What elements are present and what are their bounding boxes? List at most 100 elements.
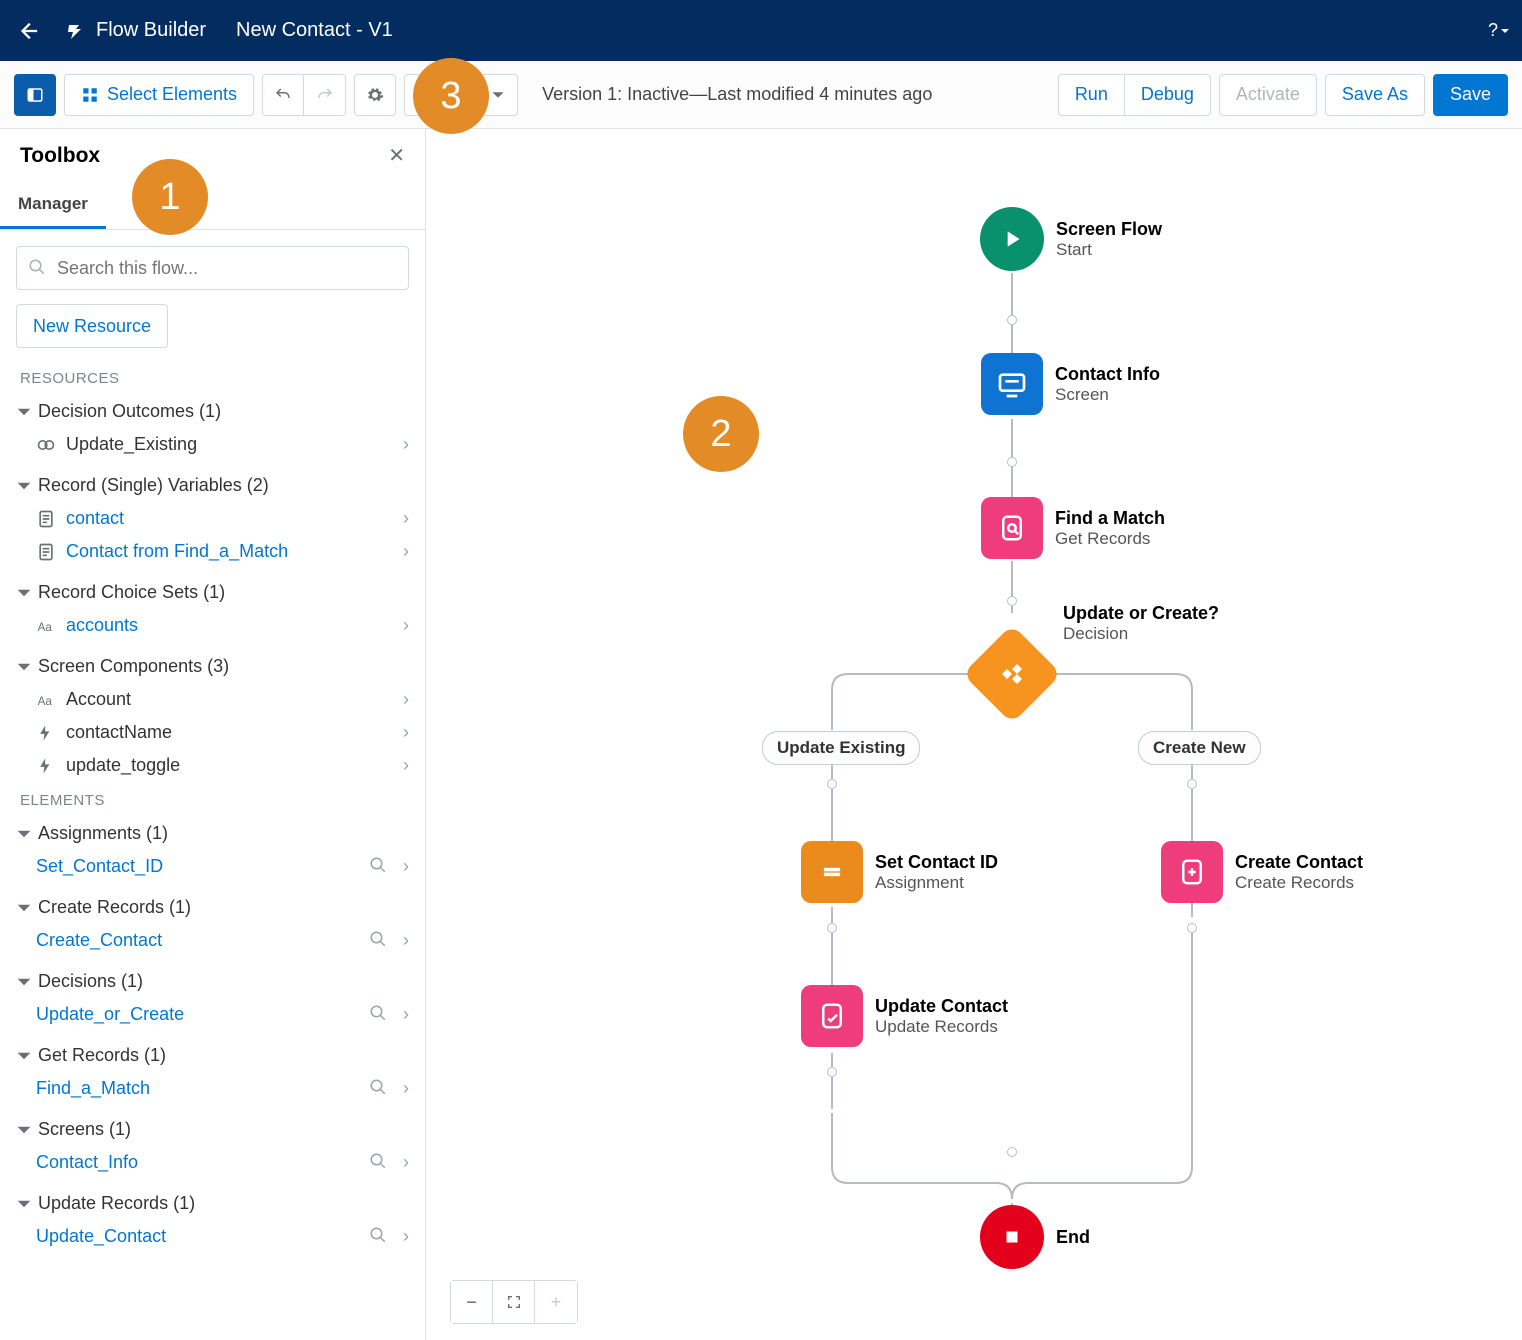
item-contact-info[interactable]: Contact_Info›	[12, 1146, 413, 1179]
update-records-icon	[801, 985, 863, 1047]
activate-button[interactable]: Activate	[1219, 74, 1317, 116]
item-account[interactable]: AaAccount›	[12, 683, 413, 716]
select-elements-button[interactable]: Select Elements	[64, 74, 254, 116]
connector-dot[interactable]	[827, 1067, 837, 1077]
back-button[interactable]	[12, 15, 44, 47]
elements-tree: Assignments (1) Set_Contact_ID› Create R…	[0, 813, 425, 1257]
chevron-down-icon	[491, 88, 505, 102]
item-create-contact[interactable]: Create_Contact›	[12, 924, 413, 957]
item-contact-from-match[interactable]: Contact from Find_a_Match›	[12, 535, 413, 568]
chevron-down-icon	[16, 404, 32, 420]
panel-icon	[26, 86, 44, 104]
search-icon[interactable]	[369, 1152, 387, 1170]
connector-dot[interactable]	[1007, 1147, 1017, 1157]
node-set-contact-id[interactable]: Set Contact IDAssignment	[801, 841, 998, 903]
assignment-icon	[801, 841, 863, 903]
chevron-down-icon	[16, 974, 32, 990]
connector-dot[interactable]	[827, 923, 837, 933]
tab-manager[interactable]: Manager	[0, 182, 106, 229]
bolt-icon	[36, 723, 56, 743]
record-icon	[36, 509, 56, 529]
search-icon[interactable]	[369, 1004, 387, 1022]
node-contact-info[interactable]: Contact InfoScreen	[981, 353, 1160, 415]
bolt-icon	[36, 756, 56, 776]
annotation-badge-2: 2	[683, 396, 759, 472]
group-get-records[interactable]: Get Records (1)	[12, 1039, 413, 1072]
group-screen-components[interactable]: Screen Components (3)	[12, 650, 413, 683]
toolbox-sidebar: Toolbox ✕ Manager New Resource RESOURCES…	[0, 129, 426, 1340]
chevron-right-icon[interactable]: ›	[403, 1152, 409, 1173]
new-resource-button[interactable]: New Resource	[16, 304, 168, 348]
item-contact[interactable]: contact›	[12, 502, 413, 535]
back-arrow-icon	[17, 20, 39, 42]
run-button[interactable]: Run	[1058, 74, 1125, 116]
chevron-right-icon[interactable]: ›	[403, 856, 409, 877]
group-decisions[interactable]: Decisions (1)	[12, 965, 413, 998]
run-debug-group: Run Debug	[1058, 74, 1211, 116]
node-create-contact[interactable]: Create ContactCreate Records	[1161, 841, 1363, 903]
zoom-fit-button[interactable]	[493, 1281, 535, 1323]
node-find-match[interactable]: Find a MatchGet Records	[981, 497, 1165, 559]
chevron-right-icon[interactable]: ›	[403, 1004, 409, 1025]
item-update-existing[interactable]: Update_Existing›	[12, 428, 413, 461]
item-accounts[interactable]: Aaaccounts›	[12, 609, 413, 642]
group-create-records[interactable]: Create Records (1)	[12, 891, 413, 924]
chevron-down-icon	[16, 1196, 32, 1212]
group-decision-outcomes[interactable]: Decision Outcomes (1)	[12, 395, 413, 428]
group-record-choice-sets[interactable]: Record Choice Sets (1)	[12, 576, 413, 609]
chevron-right-icon[interactable]: ›	[403, 1226, 409, 1247]
zoom-in-button[interactable]: +	[535, 1281, 577, 1323]
flow-canvas[interactable]: Screen FlowStart Contact InfoScreen Find…	[426, 129, 1522, 1340]
search-icon[interactable]	[369, 1226, 387, 1244]
search-input[interactable]	[16, 246, 409, 290]
node-start[interactable]: Screen FlowStart	[980, 207, 1162, 271]
group-assignments[interactable]: Assignments (1)	[12, 817, 413, 850]
connector-dot[interactable]	[1007, 596, 1017, 606]
connector-dot[interactable]	[1187, 923, 1197, 933]
undo-button[interactable]	[262, 74, 304, 116]
decision-icon	[963, 625, 1062, 724]
save-as-button[interactable]: Save As	[1325, 74, 1425, 116]
debug-button[interactable]: Debug	[1125, 74, 1211, 116]
chevron-right-icon[interactable]: ›	[403, 1078, 409, 1099]
search-icon[interactable]	[369, 1078, 387, 1096]
gear-icon	[366, 86, 384, 104]
connector-dot[interactable]	[1187, 779, 1197, 789]
link-icon	[36, 435, 56, 455]
search-icon[interactable]	[369, 856, 387, 874]
item-update-or-create[interactable]: Update_or_Create›	[12, 998, 413, 1031]
end-icon	[980, 1205, 1044, 1269]
node-update-contact[interactable]: Update ContactUpdate Records	[801, 985, 1008, 1047]
chevron-down-icon	[16, 1048, 32, 1064]
item-find-a-match[interactable]: Find_a_Match›	[12, 1072, 413, 1105]
item-set-contact-id[interactable]: Set_Contact_ID›	[12, 850, 413, 883]
save-button[interactable]: Save	[1433, 74, 1508, 116]
connector-dot[interactable]	[1007, 315, 1017, 325]
chevron-right-icon[interactable]: ›	[403, 930, 409, 951]
node-end[interactable]: End	[980, 1205, 1090, 1269]
close-toolbox-button[interactable]: ✕	[388, 143, 405, 168]
search-icon[interactable]	[369, 930, 387, 948]
help-menu[interactable]: ?	[1488, 20, 1510, 41]
zoom-controls: − +	[450, 1280, 578, 1324]
record-icon	[36, 542, 56, 562]
group-record-variables[interactable]: Record (Single) Variables (2)	[12, 469, 413, 502]
node-decision[interactable]: Update or Create?Decision	[977, 639, 1047, 709]
item-contact-name[interactable]: contactName›	[12, 716, 413, 749]
item-update-contact[interactable]: Update_Contact›	[12, 1220, 413, 1253]
connector-dot[interactable]	[1007, 457, 1017, 467]
svg-text:Aa: Aa	[38, 621, 53, 634]
connector-dot[interactable]	[827, 779, 837, 789]
path-create-new[interactable]: Create New	[1138, 731, 1261, 765]
zoom-out-button[interactable]: −	[451, 1281, 493, 1323]
item-update-toggle[interactable]: update_toggle›	[12, 749, 413, 782]
select-icon	[81, 86, 99, 104]
toggle-sidebar-button[interactable]	[14, 74, 56, 116]
text-icon: Aa	[36, 690, 56, 710]
group-screens[interactable]: Screens (1)	[12, 1113, 413, 1146]
path-update-existing[interactable]: Update Existing	[762, 731, 920, 765]
redo-button[interactable]	[304, 74, 346, 116]
page-title: New Contact - V1	[236, 19, 393, 42]
settings-button[interactable]	[354, 74, 396, 116]
group-update-records[interactable]: Update Records (1)	[12, 1187, 413, 1220]
